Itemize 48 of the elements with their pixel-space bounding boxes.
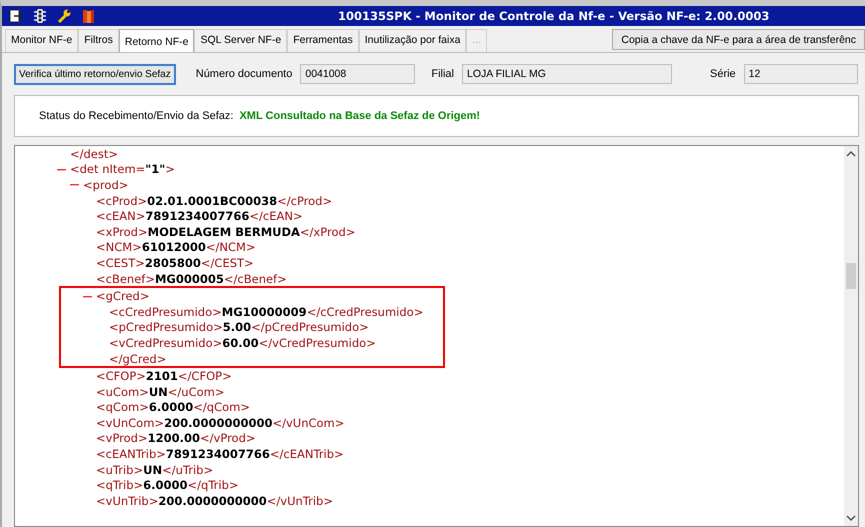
xml-element: <vProd>1200.00</vProd> (96, 431, 256, 446)
xml-closing-tag: </gCred> (109, 352, 166, 366)
xml-opening-tag: <det nItem="1"> (70, 162, 175, 176)
text-field[interactable]: 0041008 (300, 64, 416, 84)
check-return-button[interactable]: Verifica último retorno/envio Sefaz (14, 64, 176, 84)
text-field[interactable]: LOJA FILIAL MG (462, 64, 672, 84)
field-label: Número documento (196, 68, 292, 80)
window-title: 100135SPK - Monitor de Controle da Nf-e - Versão NF-e: 2.00.0003 (338, 9, 770, 23)
copy-key-button[interactable]: Copia a chave da NF-e para a área de transferênc (612, 29, 865, 50)
books-icon[interactable] (80, 8, 96, 24)
tab[interactable]: Monitor NF-e (5, 29, 78, 52)
traffic-light-icon[interactable] (32, 8, 48, 24)
status-label: Status do Recebimento/Envio da Sefaz: (39, 110, 234, 122)
tab[interactable]: Retorno NF-e (118, 29, 194, 52)
xml-element: <qCom>6.0000</qCom> (96, 400, 250, 414)
scroll-up-icon[interactable] (846, 150, 856, 158)
scroll-down-icon[interactable] (846, 514, 856, 522)
xml-element: <vCredPresumido>60.00</vCredPresumido> (109, 336, 376, 350)
field-label: Série (710, 68, 736, 80)
tab[interactable]: Inutilização por faixa (358, 29, 466, 52)
status-message: XML Consultado na Base da Sefaz de Origem! (239, 110, 480, 122)
xml-element: <NCM>61012000</NCM> (96, 240, 256, 254)
text-field[interactable]: 12 (744, 64, 858, 84)
xml-element: <vUnTrib>200.0000000000</vUnTrib> (96, 494, 333, 508)
xml-opening-tag: <prod> (83, 178, 128, 192)
xml-element: <xProd>MODELAGEM BERMUDA</xProd> (96, 224, 356, 239)
tab[interactable]: SQL Server NF-e (194, 29, 288, 52)
field-label: Filial (431, 68, 454, 80)
xml-element: <uTrib>UN</uTrib> (96, 462, 214, 477)
xml-element: <CEST>2805800</CEST> (96, 256, 254, 270)
xml-element: <cEANTrib>7891234007766</cEANTrib> (96, 447, 344, 462)
xml-element: <vUnCom>200.0000000000</vUnCom> (96, 416, 344, 430)
xml-element: <qTrib>6.0000</qTrib> (96, 478, 239, 492)
xml-element: <uCom>UN</uCom> (96, 384, 224, 399)
xml-element: <CFOP>2101</CFOP> (96, 369, 232, 384)
wrench-icon[interactable] (56, 8, 72, 24)
exit-icon[interactable] (8, 8, 24, 24)
vertical-scrollbar[interactable] (844, 146, 858, 526)
xml-element: <cCredPresumido>MG10000009</cCredPresumido> (109, 304, 424, 319)
xml-element: <cProd>02.01.0001BC00038</cProd> (96, 194, 332, 208)
tab[interactable]: Filtros (78, 29, 119, 52)
tab[interactable]: Ferramentas (287, 29, 359, 52)
xml-element: <cEAN>7891234007766</cEAN> (96, 209, 303, 224)
xml-element: <cBenef>MG000005</cBenef> (96, 272, 287, 286)
xml-opening-tag: <gCred> (96, 289, 150, 304)
xml-closing-tag: </dest> (70, 146, 118, 161)
xml-element: <pCredPresumido>5.00</pCredPresumido> (109, 320, 369, 334)
scroll-thumb[interactable] (846, 263, 856, 289)
